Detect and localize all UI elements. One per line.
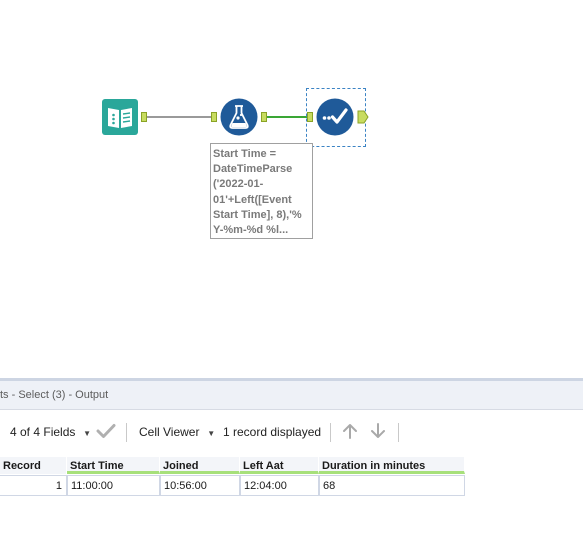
formula-tool[interactable] xyxy=(220,98,258,136)
toolbar-divider xyxy=(398,423,399,442)
results-title: ts - Select (3) - Output xyxy=(0,389,109,401)
column-header-duration[interactable]: Duration in minutes xyxy=(319,457,465,474)
arrow-up-icon xyxy=(343,424,357,439)
column-header-joined[interactable]: Joined xyxy=(160,457,240,474)
flask-icon xyxy=(220,98,258,136)
checkmark-select-icon xyxy=(316,98,354,136)
formula-annotation: Start Time = DateTimeParse ('2022-01- 01… xyxy=(210,143,313,239)
input-data-tool[interactable] xyxy=(102,99,138,135)
column-header-start-time[interactable]: Start Time xyxy=(67,457,160,474)
connection-formula-select[interactable] xyxy=(267,116,307,118)
results-title-bar: ts - Select (3) - Output xyxy=(0,381,583,410)
chevron-down-icon: ▼ xyxy=(78,429,92,438)
connection-input-formula[interactable] xyxy=(147,116,211,118)
toolbar-divider xyxy=(330,423,331,442)
cell-viewer-dropdown[interactable]: Cell Viewer ▼ xyxy=(139,425,215,439)
toolbar-divider xyxy=(126,423,127,442)
joined-cell[interactable]: 10:56:00 xyxy=(160,475,240,496)
book-icon xyxy=(102,99,138,135)
formula-input-anchor[interactable] xyxy=(211,112,217,122)
column-header-record[interactable]: Record xyxy=(0,457,67,474)
previous-button[interactable] xyxy=(341,422,359,443)
start-time-cell[interactable]: 11:00:00 xyxy=(67,475,160,496)
chevron-down-icon: ▼ xyxy=(202,429,216,438)
results-toolbar: 4 of 4 Fields ▼ Cell Viewer ▼ 1 record d… xyxy=(0,410,583,454)
select-tool[interactable] xyxy=(316,98,354,136)
workflow-canvas[interactable]: Start Time = DateTimeParse ('2022-01- 01… xyxy=(0,0,583,378)
records-displayed-label: 1 record displayed xyxy=(223,425,322,439)
left-aat-cell[interactable]: 12:04:00 xyxy=(240,475,319,496)
apply-fields-button[interactable] xyxy=(96,422,116,443)
column-header-left-aat[interactable]: Left Aat xyxy=(240,457,319,474)
arrow-down-icon xyxy=(371,423,385,438)
record-number-cell[interactable]: 1 xyxy=(0,475,67,496)
results-panel: ts - Select (3) - Output 4 of 4 Fields ▼… xyxy=(0,378,583,555)
results-grid[interactable]: Record Start Time Joined Left Aat Durati… xyxy=(0,457,583,555)
select-output-anchor[interactable] xyxy=(357,110,369,124)
fields-dropdown[interactable]: 4 of 4 Fields ▼ xyxy=(10,425,91,439)
fields-dropdown-label: 4 of 4 Fields xyxy=(10,425,76,439)
duration-cell[interactable]: 68 xyxy=(319,475,465,496)
cell-viewer-label: Cell Viewer xyxy=(139,425,200,439)
next-button[interactable] xyxy=(369,422,387,443)
select-input-anchor[interactable] xyxy=(307,112,313,122)
checkmark-icon xyxy=(96,424,116,438)
